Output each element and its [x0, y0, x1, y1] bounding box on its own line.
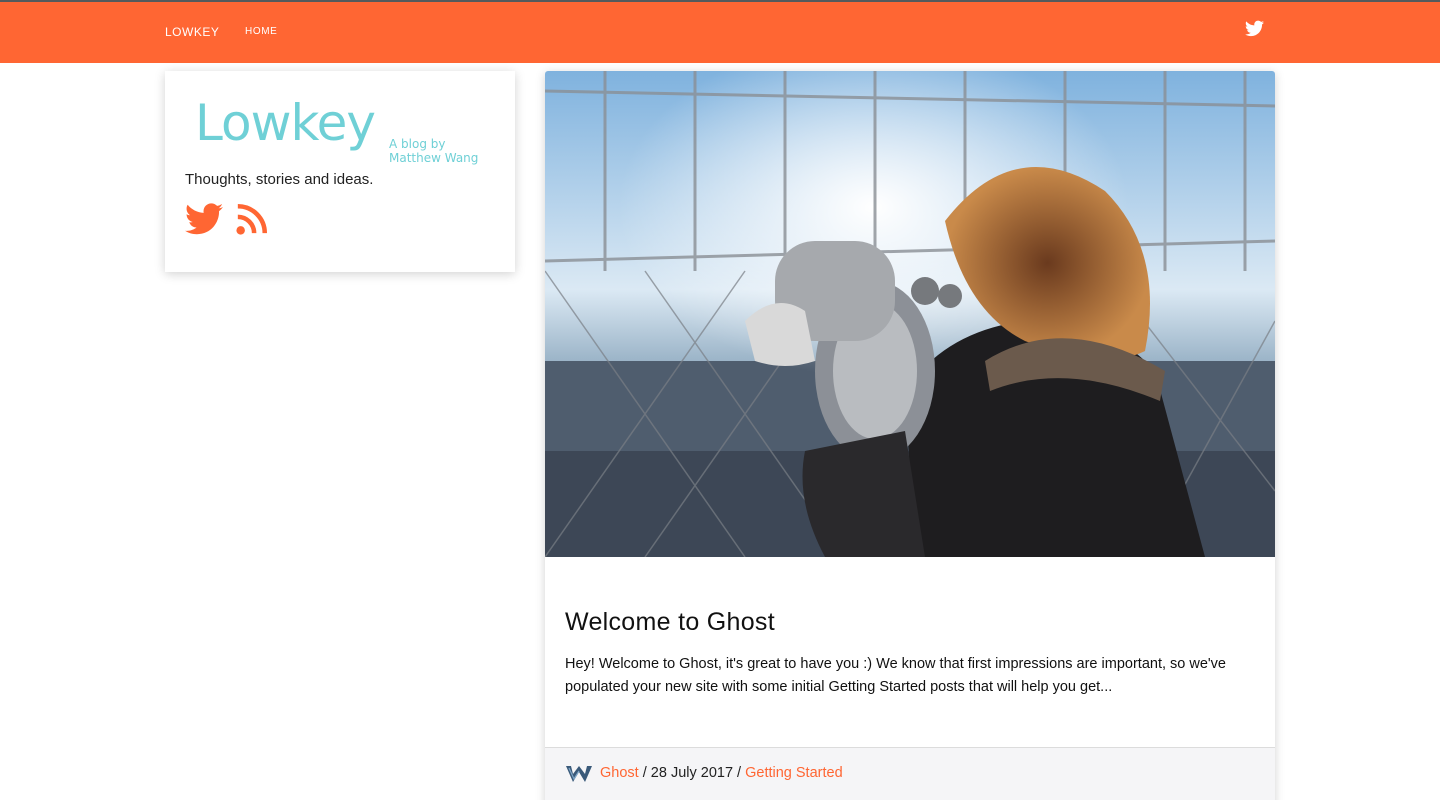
post-meta-footer: Ghost / 28 July 2017 / Getting Started [545, 747, 1275, 800]
logo-wordmark: Lowkey [195, 94, 376, 152]
logo-byline: A blog by Matthew Wang [389, 137, 479, 165]
brand-link[interactable]: LOWKEY [165, 25, 219, 39]
nav-home-link[interactable]: HOME [245, 26, 277, 37]
rss-icon[interactable] [235, 202, 269, 241]
post-tag-link[interactable]: Getting Started [745, 765, 843, 781]
meta-separator: / [737, 765, 742, 781]
meta-separator: / [642, 765, 647, 781]
post-feature-image[interactable] [545, 71, 1275, 557]
top-navbar: LOWKEY HOME [0, 0, 1440, 63]
blog-logo[interactable]: Lowkey A blog by Matthew Wang [195, 89, 495, 169]
post-card: Welcome to Ghost Hey! Welcome to Ghost, … [545, 71, 1275, 800]
blog-tagline: Thoughts, stories and ideas. [185, 171, 374, 188]
sidebar-card: Lowkey A blog by Matthew Wang Thoughts, … [165, 71, 515, 272]
post-date: 28 July 2017 [650, 765, 734, 781]
post-title[interactable]: Welcome to Ghost [565, 608, 775, 637]
twitter-icon[interactable] [1245, 20, 1264, 37]
post-excerpt: Hey! Welcome to Ghost, it's great to hav… [565, 656, 1226, 695]
social-links [185, 202, 277, 242]
post-author-link[interactable]: Ghost [600, 765, 639, 781]
post-meta: Ghost / 28 July 2017 / Getting Started [600, 765, 843, 781]
ghost-author-avatar[interactable] [565, 764, 593, 784]
twitter-icon[interactable] [185, 202, 223, 241]
